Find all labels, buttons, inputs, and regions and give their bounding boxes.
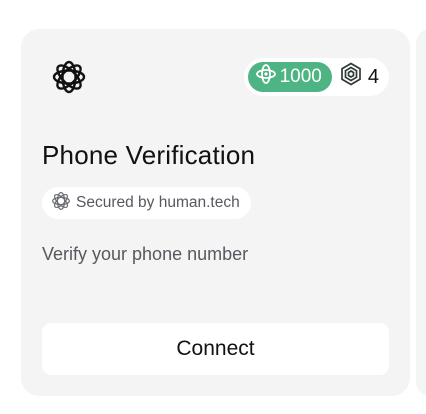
points-value: 1000 bbox=[279, 66, 322, 87]
hexagon-layers-icon bbox=[340, 62, 368, 92]
card-description: Verify your phone number bbox=[42, 244, 249, 264]
points-badge: 1000 bbox=[247, 62, 332, 92]
chain-count: 4 bbox=[367, 65, 379, 88]
adjacent-card-edge bbox=[416, 29, 426, 396]
human-tech-logo-icon bbox=[51, 59, 87, 95]
chain-badge: 4 bbox=[340, 62, 379, 92]
page: 1000 4 Phone Verification Secured by hum… bbox=[0, 0, 426, 414]
connect-button[interactable]: Connect bbox=[42, 323, 389, 375]
phone-verification-card: 1000 4 Phone Verification Secured by hum… bbox=[21, 29, 410, 396]
badges-group: 1000 4 bbox=[243, 58, 389, 96]
secured-by-label: Secured by human.tech bbox=[76, 194, 240, 211]
secured-by-badge: Secured by human.tech bbox=[42, 187, 251, 219]
card-title: Phone Verification bbox=[42, 140, 256, 170]
human-tech-flower-icon bbox=[51, 191, 76, 216]
points-flower-icon bbox=[255, 63, 280, 91]
